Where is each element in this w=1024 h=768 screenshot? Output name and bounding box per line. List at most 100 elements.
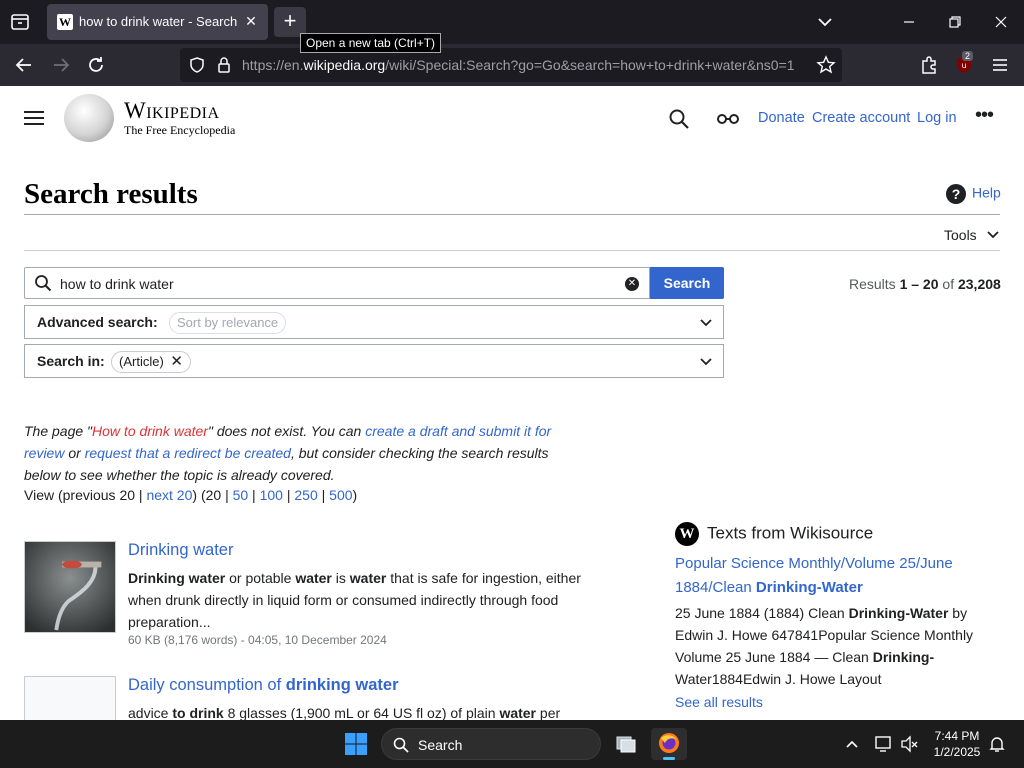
search-icon[interactable] bbox=[668, 108, 690, 130]
clock-time: 7:44 PM bbox=[934, 729, 980, 743]
chevron-up-icon[interactable] bbox=[844, 736, 860, 752]
next-20-link[interactable]: next 20 bbox=[146, 487, 192, 503]
help-question-icon: ? bbox=[946, 184, 966, 204]
notification-bell-icon[interactable] bbox=[987, 734, 1007, 754]
search-input[interactable]: how to drink water ✕ bbox=[24, 267, 650, 299]
wordmark-title: Wikipedia bbox=[124, 98, 220, 123]
tab-active[interactable]: W how to drink water - Search results - … bbox=[47, 4, 268, 40]
app-menu-icon[interactable] bbox=[987, 52, 1013, 78]
chevron-down-icon bbox=[986, 231, 999, 239]
url-text: https://en.wikipedia.org/wiki/Special:Se… bbox=[242, 57, 795, 73]
login-link[interactable]: Log in bbox=[917, 110, 957, 126]
list-all-tabs-icon[interactable] bbox=[814, 12, 836, 32]
search-icon bbox=[35, 275, 52, 292]
tracking-protection-shield-icon[interactable] bbox=[188, 56, 206, 74]
clear-search-icon[interactable]: ✕ bbox=[625, 277, 639, 291]
wikipedia-globe-logo[interactable] bbox=[64, 94, 114, 142]
web-page: Wikipedia The Free Encyclopedia Donate C… bbox=[0, 86, 1024, 720]
chevron-down-icon bbox=[700, 358, 712, 366]
tools-dropdown[interactable]: Tools bbox=[944, 227, 999, 243]
wikisource-result-link[interactable]: Popular Science Monthly/Volume 25/June 1… bbox=[675, 552, 1005, 600]
result-thumbnail-placeholder bbox=[24, 676, 116, 720]
wikisource-sidebar: W Texts from Wikisource Popular Science M… bbox=[675, 522, 1005, 710]
windows-taskbar: Search 7:44 PM 1/2/2025 bbox=[0, 720, 1024, 768]
tab-bar: W how to drink water - Search results - … bbox=[0, 0, 1024, 53]
taskbar-search[interactable]: Search bbox=[381, 728, 601, 760]
result-snippet: Drinking water or potable water is water… bbox=[128, 570, 581, 630]
request-redirect-link[interactable]: request that a redirect be created bbox=[85, 445, 291, 461]
result-title[interactable]: Drinking water bbox=[128, 541, 233, 560]
tools-divider bbox=[24, 250, 1000, 251]
result-meta: 60 KB (8,176 words) - 04:05, 10 December… bbox=[128, 633, 387, 647]
help-link[interactable]: ? Help bbox=[946, 184, 1001, 204]
windows-start-icon[interactable] bbox=[344, 732, 368, 756]
minimize-icon[interactable] bbox=[897, 10, 921, 34]
back-icon[interactable] bbox=[11, 52, 37, 78]
wikisource-heading: W Texts from Wikisource bbox=[675, 522, 1005, 546]
result-title[interactable]: Daily consumption of drinking water bbox=[128, 676, 399, 695]
result-thumbnail[interactable] bbox=[24, 541, 116, 633]
tools-label: Tools bbox=[944, 227, 977, 243]
reload-icon[interactable] bbox=[83, 52, 109, 78]
title-divider bbox=[24, 214, 1000, 215]
search-button[interactable]: Search bbox=[650, 267, 724, 299]
system-clock[interactable]: 7:44 PM 1/2/2025 bbox=[925, 728, 989, 760]
redlink-page[interactable]: How to drink water bbox=[92, 423, 208, 439]
forward-icon[interactable] bbox=[48, 52, 74, 78]
extensions-icon[interactable] bbox=[916, 52, 942, 78]
address-bar[interactable]: https://en.wikipedia.org/wiki/Special:Se… bbox=[180, 48, 842, 82]
more-options-icon[interactable]: ••• bbox=[975, 105, 997, 127]
page-not-exist-notice: The page "How to drink water" does not e… bbox=[24, 423, 552, 483]
search-in-panel[interactable]: Search in: (Article) ✕ bbox=[24, 344, 724, 378]
pagination: View (previous 20 | next 20) (20 | 50 | … bbox=[24, 487, 358, 503]
svg-text:u: u bbox=[961, 61, 966, 70]
tab-title: how to drink water - Search results - Wi… bbox=[79, 14, 239, 29]
search-result: Drinking water Drinking water or potable… bbox=[24, 541, 584, 661]
new-tab-tooltip: Open a new tab (Ctrl+T) bbox=[300, 33, 442, 53]
task-view-icon[interactable] bbox=[608, 728, 644, 760]
limit-500-link[interactable]: 500 bbox=[329, 487, 352, 503]
navigation-toolbar: https://en.wikipedia.org/wiki/Special:Se… bbox=[0, 44, 1024, 86]
limit-100-link[interactable]: 100 bbox=[260, 487, 283, 503]
wikisource-snippet: 25 June 1884 (1884) Clean Drinking-Water… bbox=[675, 605, 974, 687]
browser-window: W how to drink water - Search results - … bbox=[0, 0, 1024, 720]
namespace-chip[interactable]: (Article) ✕ bbox=[111, 351, 191, 373]
restore-icon[interactable] bbox=[943, 10, 967, 34]
main-menu-icon[interactable] bbox=[24, 111, 44, 125]
help-label: Help bbox=[972, 184, 1001, 201]
search-icon bbox=[393, 737, 409, 753]
bookmark-star-icon[interactable] bbox=[816, 55, 836, 75]
see-all-results-link[interactable]: See all results bbox=[675, 694, 1005, 710]
search-in-label: Search in: bbox=[37, 353, 105, 369]
lock-icon[interactable] bbox=[216, 56, 232, 74]
wikisource-icon: W bbox=[675, 522, 699, 546]
wikipedia-favicon-icon: W bbox=[57, 14, 73, 30]
results-count: Results 1 – 20 of 23,208 bbox=[849, 276, 1001, 292]
wordmark-tagline: The Free Encyclopedia bbox=[124, 123, 236, 137]
result-snippet: advice to drink 8 glasses (1,900 mL or 6… bbox=[128, 705, 561, 720]
network-icon[interactable] bbox=[873, 734, 893, 754]
firefox-taskbar-icon[interactable] bbox=[651, 728, 687, 760]
search-input-value: how to drink water bbox=[60, 276, 174, 292]
remove-chip-icon[interactable]: ✕ bbox=[170, 353, 183, 370]
limit-50-link[interactable]: 50 bbox=[233, 487, 249, 503]
wikipedia-wordmark[interactable]: Wikipedia The Free Encyclopedia bbox=[124, 98, 235, 138]
extension-badge-count: 2 bbox=[962, 51, 974, 61]
donate-link[interactable]: Donate bbox=[758, 110, 805, 126]
limit-250-link[interactable]: 250 bbox=[294, 487, 317, 503]
advanced-search-label: Advanced search: bbox=[37, 314, 158, 330]
namespace-chip-label: (Article) bbox=[119, 354, 164, 369]
chevron-down-icon bbox=[700, 319, 712, 327]
volume-muted-icon[interactable] bbox=[899, 734, 919, 754]
page-title: Search results bbox=[24, 178, 198, 210]
clock-date: 1/2/2025 bbox=[933, 745, 981, 759]
taskbar-search-label: Search bbox=[418, 737, 463, 753]
advanced-search-panel[interactable]: Advanced search: Sort by relevance bbox=[24, 305, 724, 339]
firefox-view-icon[interactable] bbox=[8, 10, 32, 34]
sort-chip: Sort by relevance bbox=[169, 312, 287, 334]
appearance-glasses-icon[interactable] bbox=[716, 110, 740, 126]
close-window-icon[interactable] bbox=[989, 10, 1013, 34]
create-account-link[interactable]: Create account bbox=[812, 110, 910, 126]
search-result: Daily consumption of drinking water advi… bbox=[24, 676, 584, 720]
close-tab-icon[interactable]: ✕ bbox=[242, 12, 260, 30]
